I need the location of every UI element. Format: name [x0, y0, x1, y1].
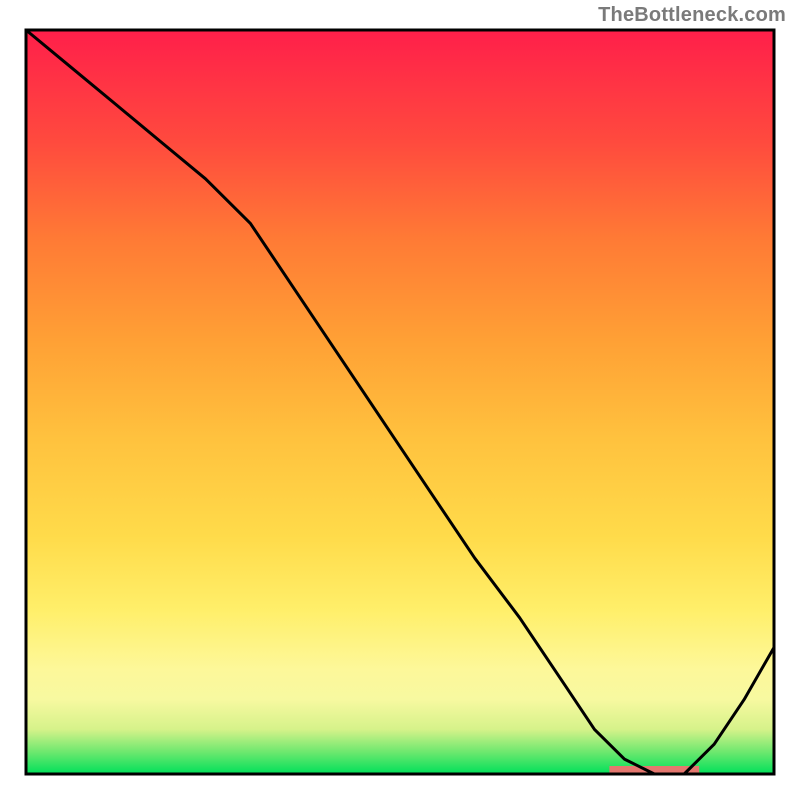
- watermark-text: TheBottleneck.com: [598, 4, 786, 27]
- chart-container: TheBottleneck.com: [0, 0, 800, 800]
- chart-svg: [0, 0, 800, 800]
- gradient-background: [26, 30, 774, 774]
